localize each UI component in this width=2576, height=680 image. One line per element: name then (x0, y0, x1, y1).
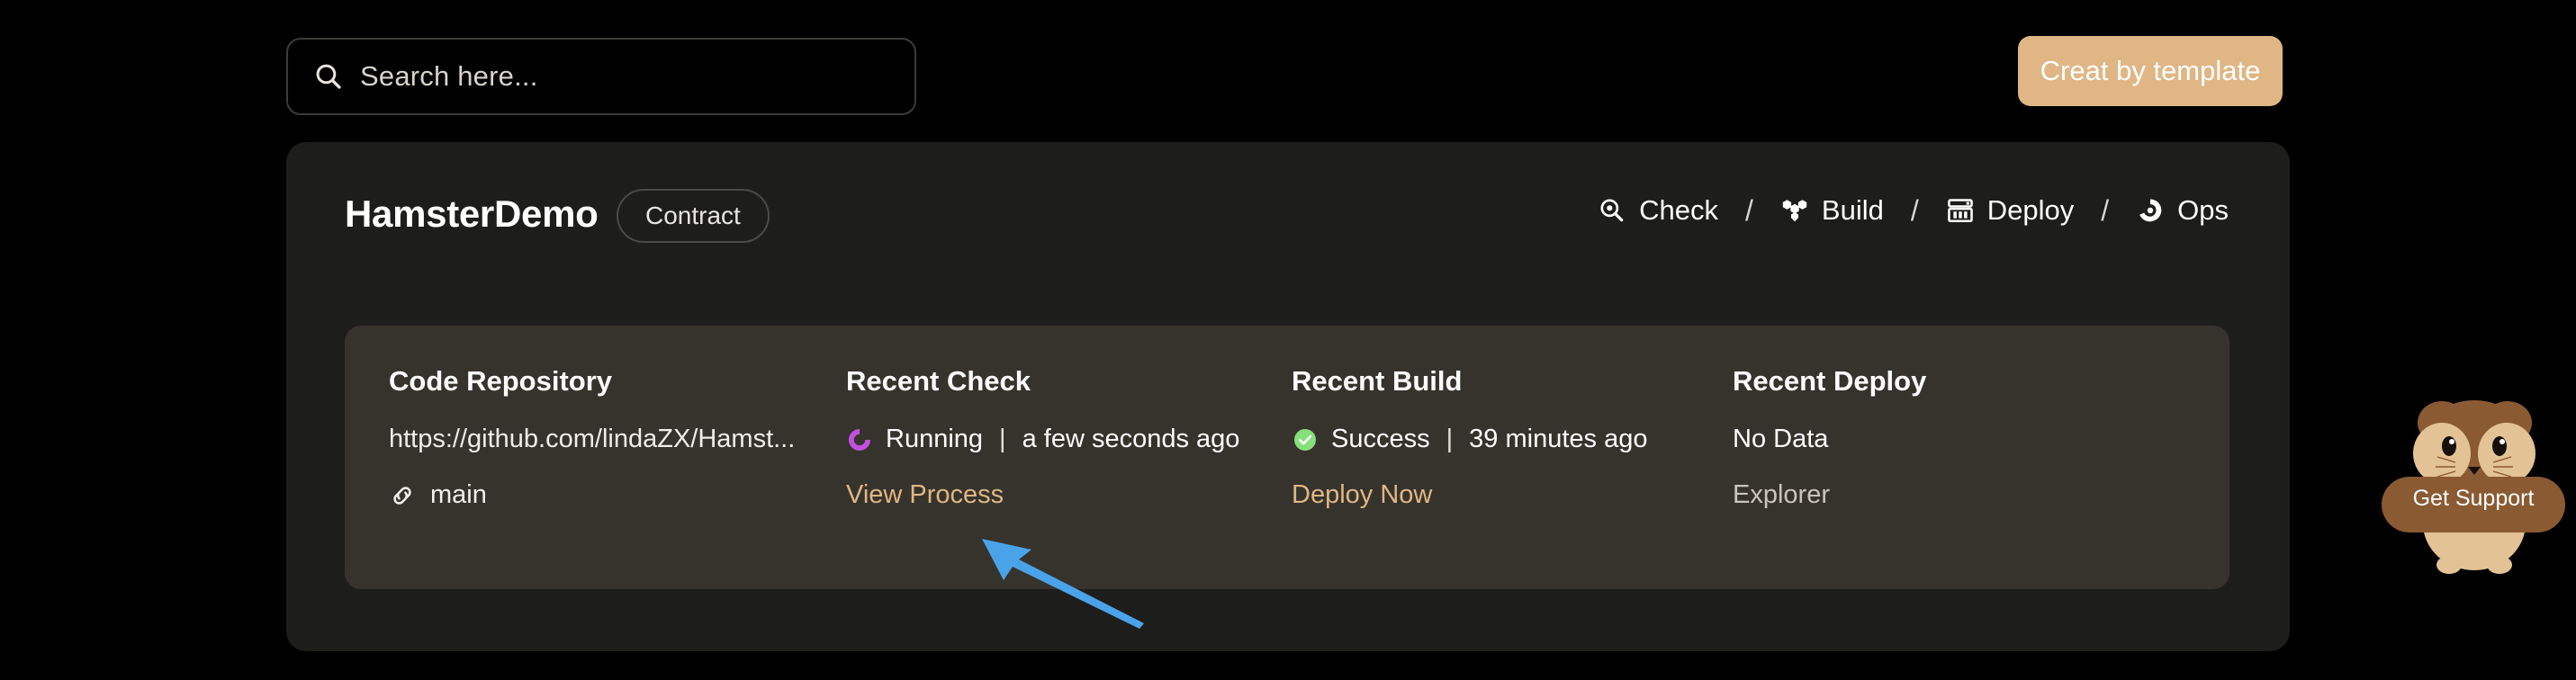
check-timestamp: a few seconds ago (1022, 425, 1240, 453)
build-status: Success (1331, 425, 1430, 453)
deploy-status-row: No Data (1733, 425, 2165, 454)
column-title: Recent Build (1292, 365, 1463, 397)
hamster-mascot-icon (2382, 400, 2565, 574)
column-title: Code Repository (389, 365, 613, 397)
nav-item-deploy[interactable]: Deploy (1944, 191, 2076, 230)
nav-item-build-label: Build (1821, 194, 1884, 226)
project-panel: HamsterDemo Contract Check / Build / Dep… (286, 142, 2290, 651)
project-summary-card: Code Repository https://github.com/linda… (345, 326, 2229, 589)
search-input[interactable] (360, 60, 889, 93)
nav-item-deploy-label: Deploy (1986, 194, 2075, 226)
magnifier-target-icon (1600, 199, 1624, 222)
nav-item-build[interactable]: Build (1779, 191, 1886, 230)
nav-item-ops[interactable]: Ops (2134, 191, 2230, 230)
explorer-link[interactable]: Explorer (1733, 480, 1830, 510)
panel-nav: Check / Build / Deploy / Ops (1596, 191, 2230, 230)
server-rack-icon (1947, 199, 1973, 223)
get-support-widget[interactable]: Get Support (2374, 389, 2572, 577)
page-title: HamsterDemo (345, 192, 599, 235)
nav-item-check[interactable]: Check (1596, 191, 1720, 230)
branch-name: main (430, 480, 487, 510)
check-circle-icon (1294, 428, 1316, 451)
hexagon-cluster-icon (1782, 200, 1807, 222)
nav-separator: / (2101, 193, 2110, 227)
check-status: Running (886, 425, 984, 453)
branch-row[interactable]: main (389, 480, 846, 510)
nav-item-ops-label: Ops (2177, 194, 2229, 226)
summary-column-recent-build: Recent Build Success | 39 minutes ago De… (1292, 367, 1733, 589)
search-icon (316, 64, 341, 89)
status-separator: | (1446, 425, 1454, 453)
spinner-icon (849, 428, 870, 451)
build-action-row[interactable]: Deploy Now (1292, 480, 1733, 510)
summary-columns: Code Repository https://github.com/linda… (345, 326, 2229, 589)
check-action-row[interactable]: View Process (846, 480, 1292, 510)
triskelion-circle-icon (2139, 199, 2162, 222)
repository-url-row: https://github.com/lindaZX/Hamst... (389, 425, 846, 454)
deploy-action-row[interactable]: Explorer (1733, 480, 2165, 510)
summary-column-code-repository: Code Repository https://github.com/linda… (389, 367, 846, 589)
build-timestamp: 39 minutes ago (1469, 425, 1648, 453)
repository-url: https://github.com/lindaZX/Hamst... (389, 425, 796, 453)
column-title: Recent Check (846, 365, 1031, 397)
create-by-template-button[interactable]: Creat by template (2018, 36, 2283, 106)
nav-separator: / (1910, 193, 1919, 227)
search-box[interactable] (286, 38, 916, 115)
status-separator: | (999, 425, 1006, 453)
column-title: Recent Deploy (1733, 365, 1927, 397)
chain-link-icon (393, 487, 411, 505)
deploy-now-link[interactable]: Deploy Now (1292, 480, 1432, 510)
app-root: Creat by template HamsterDemo Contract C… (0, 0, 2576, 680)
summary-column-recent-deploy: Recent Deploy No Data Explorer (1733, 367, 2165, 589)
build-status-row: Success | 39 minutes ago (1292, 425, 1733, 454)
view-process-link[interactable]: View Process (846, 480, 1004, 510)
deploy-status: No Data (1733, 425, 1829, 453)
nav-item-check-label: Check (1639, 194, 1719, 226)
nav-separator: / (1745, 193, 1753, 227)
contract-badge[interactable]: Contract (617, 189, 770, 243)
top-bar: Creat by template (0, 0, 2576, 142)
summary-column-recent-check: Recent Check Running | a few seconds ago… (846, 367, 1292, 589)
panel-header: HamsterDemo Contract Check / Build / Dep… (286, 142, 2290, 326)
check-status-row: Running | a few seconds ago (846, 425, 1292, 454)
